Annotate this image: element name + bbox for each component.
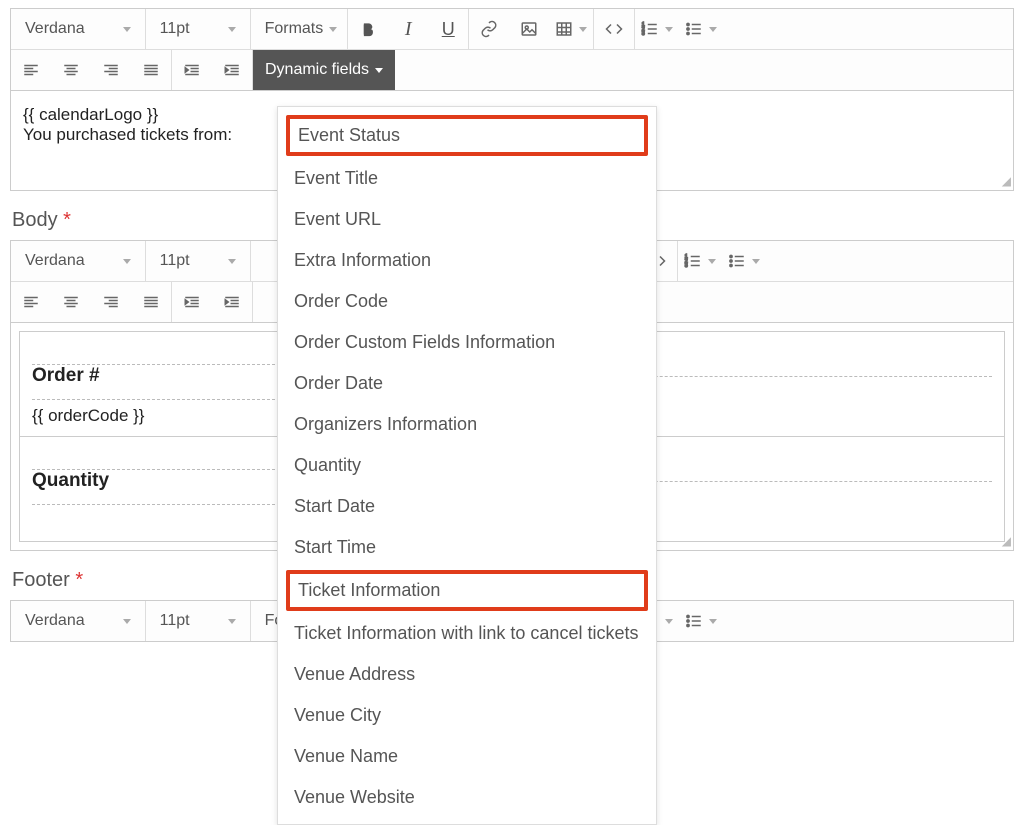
table-button[interactable] bbox=[549, 9, 593, 49]
link-button[interactable] bbox=[469, 9, 509, 49]
numbered-list-button[interactable]: 123 bbox=[635, 9, 679, 49]
bullet-list-button[interactable] bbox=[679, 601, 723, 641]
font-size-select[interactable]: 11pt bbox=[146, 9, 250, 49]
align-left-button[interactable] bbox=[11, 282, 51, 322]
outdent-button[interactable] bbox=[172, 282, 212, 322]
italic-button[interactable]: I bbox=[388, 9, 428, 49]
dynamic-field-item[interactable]: Extra Information bbox=[278, 240, 656, 281]
dynamic-field-item[interactable]: Order Date bbox=[278, 363, 656, 404]
resize-handle-icon[interactable]: ◢ bbox=[1002, 534, 1011, 548]
required-mark: * bbox=[75, 569, 83, 591]
dynamic-field-item[interactable]: Event Status bbox=[286, 115, 648, 156]
dynamic-field-item[interactable]: Event URL bbox=[278, 199, 656, 240]
dynamic-field-item[interactable]: Venue Website bbox=[278, 777, 656, 818]
svg-text:3: 3 bbox=[684, 263, 687, 269]
svg-text:B: B bbox=[363, 21, 374, 38]
align-center-button[interactable] bbox=[51, 50, 91, 90]
formats-label: Formats bbox=[265, 20, 324, 38]
align-left-button[interactable] bbox=[11, 50, 51, 90]
required-mark: * bbox=[63, 209, 71, 231]
dynamic-field-item[interactable]: Quantity bbox=[278, 445, 656, 486]
formats-select[interactable]: Formats bbox=[251, 9, 348, 49]
dynamic-field-item[interactable]: Start Time bbox=[278, 527, 656, 568]
font-size-label: 11pt bbox=[160, 20, 190, 38]
dynamic-field-item[interactable]: Start Date bbox=[278, 486, 656, 527]
resize-handle-icon[interactable]: ◢ bbox=[1002, 174, 1011, 188]
dynamic-fields-menu: Event StatusEvent TitleEvent URLExtra In… bbox=[277, 106, 657, 825]
dynamic-fields-button[interactable]: Dynamic fields bbox=[253, 50, 395, 90]
dynamic-field-item[interactable]: Venue Address bbox=[278, 654, 656, 695]
dynamic-field-item[interactable]: Ticket Information with link to cancel t… bbox=[278, 613, 656, 654]
align-right-button[interactable] bbox=[91, 50, 131, 90]
bold-button[interactable]: B bbox=[348, 9, 388, 49]
font-family-select[interactable]: Verdana bbox=[11, 601, 145, 641]
bullet-list-button[interactable] bbox=[722, 241, 766, 281]
dynamic-field-item[interactable]: Organizers Information bbox=[278, 404, 656, 445]
font-size-select[interactable]: 11pt bbox=[146, 241, 250, 281]
dynamic-field-item[interactable]: Order Custom Fields Information bbox=[278, 322, 656, 363]
svg-text:3: 3 bbox=[642, 31, 645, 37]
image-button[interactable] bbox=[509, 9, 549, 49]
font-family-label: Verdana bbox=[25, 20, 85, 38]
numbered-list-button[interactable]: 123 bbox=[678, 241, 722, 281]
align-justify-button[interactable] bbox=[131, 50, 171, 90]
dynamic-field-item[interactable]: Ticket Information bbox=[286, 570, 648, 611]
dynamic-field-item[interactable]: Order Code bbox=[278, 281, 656, 322]
dynamic-field-item[interactable]: Venue Name bbox=[278, 736, 656, 777]
indent-button[interactable] bbox=[212, 50, 252, 90]
font-family-select[interactable]: Verdana bbox=[11, 9, 145, 49]
align-justify-button[interactable] bbox=[131, 282, 171, 322]
underline-button[interactable]: U bbox=[428, 9, 468, 49]
dynamic-field-item[interactable]: Event Title bbox=[278, 158, 656, 199]
indent-button[interactable] bbox=[212, 282, 252, 322]
bullet-list-button[interactable] bbox=[679, 9, 723, 49]
outdent-button[interactable] bbox=[172, 50, 212, 90]
font-family-select[interactable]: Verdana bbox=[11, 241, 145, 281]
dynamic-fields-label: Dynamic fields bbox=[265, 61, 369, 79]
code-button[interactable] bbox=[594, 9, 634, 49]
align-center-button[interactable] bbox=[51, 282, 91, 322]
dynamic-field-item[interactable]: Venue City bbox=[278, 695, 656, 736]
font-size-select[interactable]: 11pt bbox=[146, 601, 250, 641]
header-toolbar: Verdana 11pt Formats B I U 123 bbox=[10, 8, 1014, 91]
align-right-button[interactable] bbox=[91, 282, 131, 322]
